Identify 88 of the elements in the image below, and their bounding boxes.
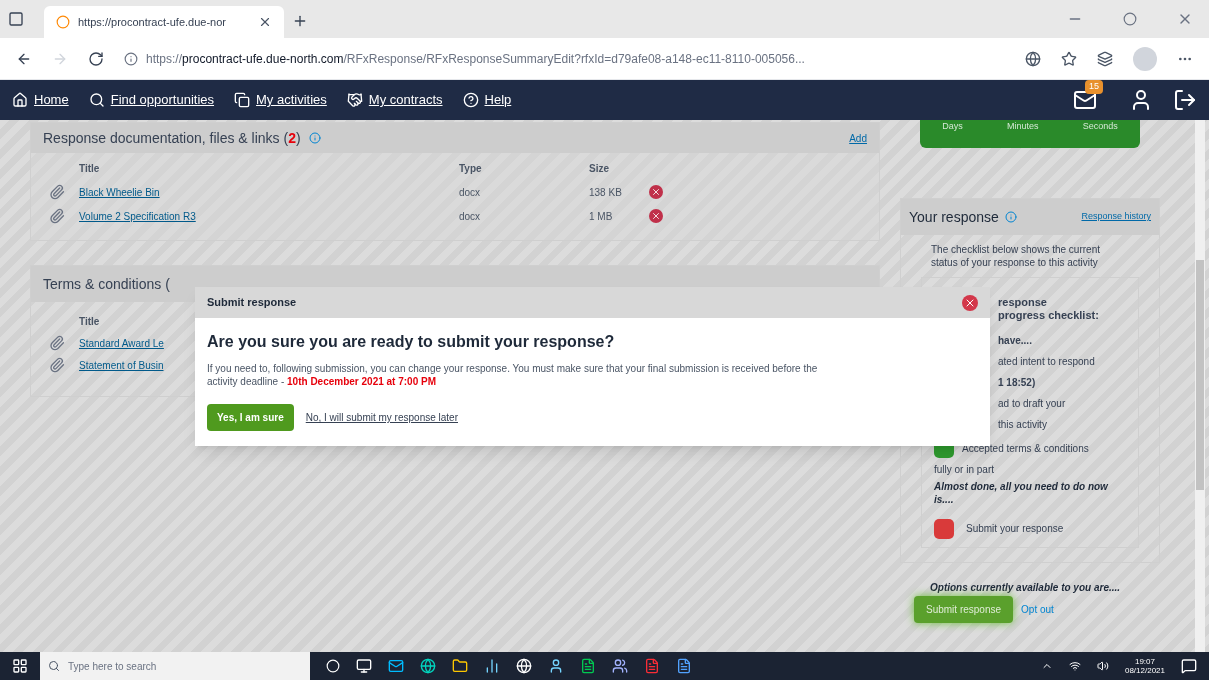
pdf-icon[interactable] (644, 658, 660, 674)
checklist-date: 1 18:52) (998, 376, 1037, 390)
countdown-label: Minutes (1007, 120, 1039, 133)
taskbar-search-field[interactable]: Type here to search (40, 652, 310, 680)
panel-title: Terms & conditions ( (43, 274, 170, 294)
panel-title: Your response (909, 207, 999, 227)
address-field[interactable]: https://procontract-ufe.due-north.com/RFxResponse/RFxResponseSummaryEdit?rfxId=d79afe08-a148-ec11-8110-005056... (124, 49, 1005, 68)
info-icon (308, 132, 321, 144)
copy-icon (234, 92, 251, 108)
nav-link[interactable]: Help (462, 90, 512, 110)
reload-icon[interactable] (88, 50, 104, 67)
paperclip-icon (49, 184, 65, 200)
user-icon[interactable] (548, 658, 564, 674)
modal-message: If you need to, following submission, you can change your response. You must make sure that your final submission is received before the activity deadline - 10th December 2021 at 7:00 PM (207, 362, 819, 388)
info-icon (1004, 211, 1017, 223)
checklist-text: ated intent to respond (998, 355, 1095, 369)
chart-icon[interactable] (484, 658, 500, 674)
file-size: 1 MB (589, 209, 614, 224)
file-link[interactable]: Black Wheelie Bin (79, 184, 459, 200)
checklist-text: fully or in part (934, 463, 996, 477)
checklist-subheading: have.... (998, 334, 1032, 348)
paperclip-icon (49, 335, 65, 351)
checklist-text: this activity (998, 418, 1048, 432)
app-icon[interactable] (388, 658, 404, 674)
info-icon (124, 51, 138, 66)
globe-icon[interactable] (516, 658, 532, 674)
nav-link[interactable]: Find opportunities (88, 90, 215, 110)
file-size: 138 KB (589, 185, 623, 200)
clock-date: 08/12/2021 (1124, 666, 1165, 675)
panel-title: Response documentation, files & links (2) (43, 128, 301, 148)
column-header: Title (79, 162, 101, 176)
column-header: Type (459, 162, 483, 176)
folder-icon[interactable] (452, 658, 468, 674)
site-icon (56, 15, 70, 29)
close-icon[interactable] (962, 294, 978, 311)
checklist-heading: response progress checklist: (998, 296, 1099, 322)
checklist-subheading: Almost done, all you need to do now is.... (934, 480, 1109, 506)
countdown-label: Days (942, 120, 963, 133)
checklist-text: Accepted terms & conditions (962, 442, 1089, 456)
confirm-button[interactable]: Yes, I am sure (207, 404, 294, 431)
intro-text: The checklist below shows the current status of your response to this activity (930, 243, 1101, 269)
cortana-icon[interactable] (326, 659, 340, 673)
options-heading: Options currently available to you are.... (929, 581, 1122, 594)
paperclip-icon (49, 357, 65, 373)
file-type: docx (459, 185, 482, 200)
countdown-label: Seconds (1082, 120, 1118, 133)
new-tab-icon[interactable] (292, 13, 308, 29)
notifications-icon[interactable] (1181, 658, 1197, 674)
scrollbar-thumb[interactable] (1196, 260, 1204, 490)
maximize-icon[interactable] (1123, 12, 1137, 26)
logout-icon[interactable] (1173, 88, 1197, 112)
start-icon[interactable] (12, 658, 28, 674)
mail-badge: 15 (1085, 80, 1103, 94)
modal-question: Are you sure you are ready to submit your response? (207, 332, 616, 352)
volume-icon[interactable] (1096, 660, 1109, 672)
network-icon[interactable] (1068, 660, 1081, 672)
collections-icon[interactable] (1097, 50, 1113, 67)
column-header: Title (79, 315, 101, 329)
modal-title: Submit response (207, 295, 297, 311)
mail-icon[interactable] (1073, 88, 1097, 112)
help-icon (462, 92, 479, 108)
paperclip-icon (49, 208, 65, 224)
close-icon[interactable] (258, 15, 272, 29)
checklist-text: ad to draft your (998, 397, 1066, 411)
clock-time: 19:07 (1134, 657, 1155, 666)
nav-link[interactable]: My contracts (346, 90, 443, 110)
tab-actions-icon[interactable] (8, 11, 24, 27)
teams-icon[interactable] (612, 658, 628, 674)
search-icon (88, 92, 105, 108)
browser-icon[interactable] (420, 658, 436, 674)
add-link[interactable]: Add (849, 130, 867, 146)
home-icon (12, 92, 28, 108)
document-icon[interactable] (676, 658, 692, 674)
checklist-text: Submit your response (966, 522, 1064, 536)
history-link[interactable]: Response history (1081, 210, 1151, 224)
nav-link[interactable]: My activities (234, 90, 327, 110)
cancel-link[interactable]: No, I will submit my response later (305, 410, 458, 425)
favorite-icon[interactable] (1061, 50, 1077, 67)
search-icon (48, 660, 60, 672)
delete-icon[interactable] (649, 185, 663, 199)
column-header: Size (589, 162, 610, 176)
delete-icon[interactable] (649, 209, 663, 223)
spreadsheet-icon[interactable] (580, 658, 596, 674)
nav-link[interactable]: Home (12, 90, 69, 110)
file-type: docx (459, 209, 482, 224)
file-link[interactable]: Volume 2 Specification R3 (79, 208, 459, 224)
browser-tab[interactable]: https://procontract-ufe.due-nor (44, 6, 284, 38)
handshake-icon (346, 92, 363, 108)
